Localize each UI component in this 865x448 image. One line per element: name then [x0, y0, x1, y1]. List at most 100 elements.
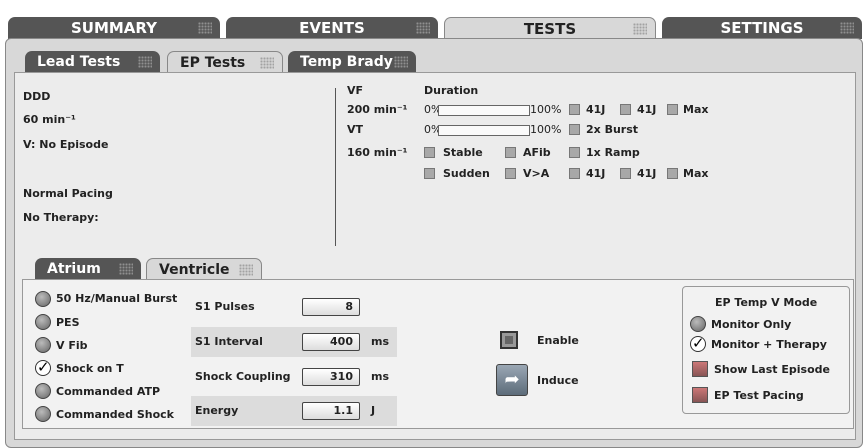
grip-icon [394, 56, 408, 68]
vf-duration-max: 100% [530, 103, 562, 116]
tab-ep-tests[interactable]: EP Tests [167, 51, 283, 73]
episode-status: V: No Episode [23, 138, 109, 151]
vt-max-check[interactable] [667, 168, 678, 179]
radio-v-fib[interactable] [35, 337, 51, 353]
arrow-right-icon: ➦ [504, 369, 520, 390]
method-label: 50 Hz/Manual Burst [56, 292, 178, 305]
ramp-label: 1x Ramp [586, 146, 640, 159]
tab-summary[interactable]: SUMMARY [8, 17, 220, 39]
grip-icon [416, 22, 430, 34]
method-label: Commanded Shock [56, 408, 174, 421]
s1-interval-label: S1 Interval [195, 335, 263, 348]
ramp-check[interactable] [569, 147, 580, 158]
vf-rate: 200 min⁻¹ [347, 103, 408, 116]
vt-duration-max: 100% [530, 123, 562, 136]
vt-zone-label: VT [347, 123, 364, 136]
vt-max-label: Max [683, 167, 709, 180]
tab-atrium[interactable]: Atrium [35, 258, 141, 280]
vf-max-label: Max [683, 103, 709, 116]
tab-atrium-label: Atrium [47, 261, 101, 277]
show-last-episode-label: Show Last Episode [714, 363, 830, 376]
v-gt-a-label: V>A [523, 167, 550, 180]
pacing-icon[interactable] [692, 387, 708, 403]
radio-commanded-atp[interactable] [35, 383, 51, 399]
afib-label: AFib [523, 146, 551, 159]
grip-icon [119, 263, 133, 275]
v-gt-a-check[interactable] [505, 168, 516, 179]
s1-interval-row: S1 Interval 400 ms [191, 327, 397, 357]
vt-burst-check[interactable] [569, 124, 580, 135]
tab-ventricle[interactable]: Ventricle [146, 258, 262, 280]
method-label: Commanded ATP [56, 385, 161, 398]
vt-rate: 160 min⁻¹ [347, 146, 408, 159]
tab-lead-tests[interactable]: Lead Tests [25, 51, 160, 73]
vt-shock1-check[interactable] [569, 168, 580, 179]
radio-50hz-burst[interactable] [35, 291, 51, 307]
vf-shock2-check[interactable] [620, 104, 631, 115]
enable-label: Enable [537, 334, 579, 347]
episode-icon[interactable] [692, 361, 708, 377]
tab-tests[interactable]: TESTS [444, 17, 656, 39]
duration-label: Duration [424, 84, 479, 97]
energy-row: Energy 1.1 J [191, 396, 397, 426]
tab-events[interactable]: EVENTS [226, 17, 438, 39]
vf-shock1-label: 41J [586, 103, 606, 116]
vt-shock2-check[interactable] [620, 168, 631, 179]
radio-commanded-shock[interactable] [35, 406, 51, 422]
grip-icon [633, 23, 647, 35]
stable-check[interactable] [424, 147, 435, 158]
vt-shock1-label: 41J [586, 167, 606, 180]
energy-field[interactable]: 1.1 [302, 402, 360, 420]
pacing-status: Normal Pacing [23, 187, 113, 200]
tab-temp-brady[interactable]: Temp Brady [288, 51, 416, 73]
monitor-only-label: Monitor Only [711, 318, 792, 331]
vf-shock1-check[interactable] [569, 104, 580, 115]
sudden-check[interactable] [424, 168, 435, 179]
vf-duration-bar [438, 105, 530, 116]
radio-monitor-therapy[interactable] [690, 334, 706, 352]
radio-shock-on-t[interactable] [35, 358, 51, 376]
divider [335, 88, 336, 246]
radio-monitor-only[interactable] [690, 316, 706, 332]
tab-lead-tests-label: Lead Tests [37, 54, 121, 70]
vt-shock2-label: 41J [637, 167, 657, 180]
tab-ep-tests-label: EP Tests [180, 54, 246, 71]
temp-mode-title: EP Temp V Mode [715, 296, 818, 309]
method-label: Shock on T [56, 362, 124, 375]
shock-coupling-unit: ms [371, 370, 390, 383]
s1-interval-unit: ms [371, 335, 390, 348]
s1-pulses-row: S1 Pulses 8 [191, 292, 397, 322]
grip-icon [138, 56, 152, 68]
induce-button[interactable]: ➦ [496, 364, 528, 396]
therapy-status: No Therapy: [23, 211, 99, 224]
induce-label: Induce [537, 374, 579, 387]
afib-check[interactable] [505, 147, 516, 158]
pacing-rate: 60 min⁻¹ [23, 113, 76, 126]
method-label: V Fib [56, 339, 88, 352]
grip-icon [198, 22, 212, 34]
grip-icon [260, 57, 274, 69]
tab-events-label: EVENTS [299, 19, 365, 37]
enable-button[interactable] [500, 331, 518, 349]
main-tab-bar: SUMMARY EVENTS TESTS SETTINGS [0, 0, 865, 39]
tab-summary-label: SUMMARY [70, 19, 158, 37]
sudden-label: Sudden [443, 167, 490, 180]
pacing-mode: DDD [23, 90, 51, 103]
vf-max-check[interactable] [667, 104, 678, 115]
tab-settings[interactable]: SETTINGS [662, 17, 862, 39]
grip-icon [239, 264, 253, 276]
grip-icon [840, 22, 854, 34]
s1-interval-field[interactable]: 400 [302, 333, 360, 351]
tab-ventricle-label: Ventricle [159, 261, 230, 278]
vf-zone-label: VF [347, 84, 364, 97]
vt-burst-label: 2x Burst [586, 123, 639, 136]
energy-label: Energy [195, 404, 239, 417]
s1-pulses-field[interactable]: 8 [302, 298, 360, 316]
radio-pes[interactable] [35, 314, 51, 330]
vt-duration-bar [438, 125, 530, 136]
shock-coupling-label: Shock Coupling [195, 370, 291, 383]
tab-tests-label: TESTS [523, 19, 577, 38]
s1-pulses-label: S1 Pulses [195, 300, 255, 313]
stable-label: Stable [443, 146, 483, 159]
shock-coupling-field[interactable]: 310 [302, 368, 360, 386]
